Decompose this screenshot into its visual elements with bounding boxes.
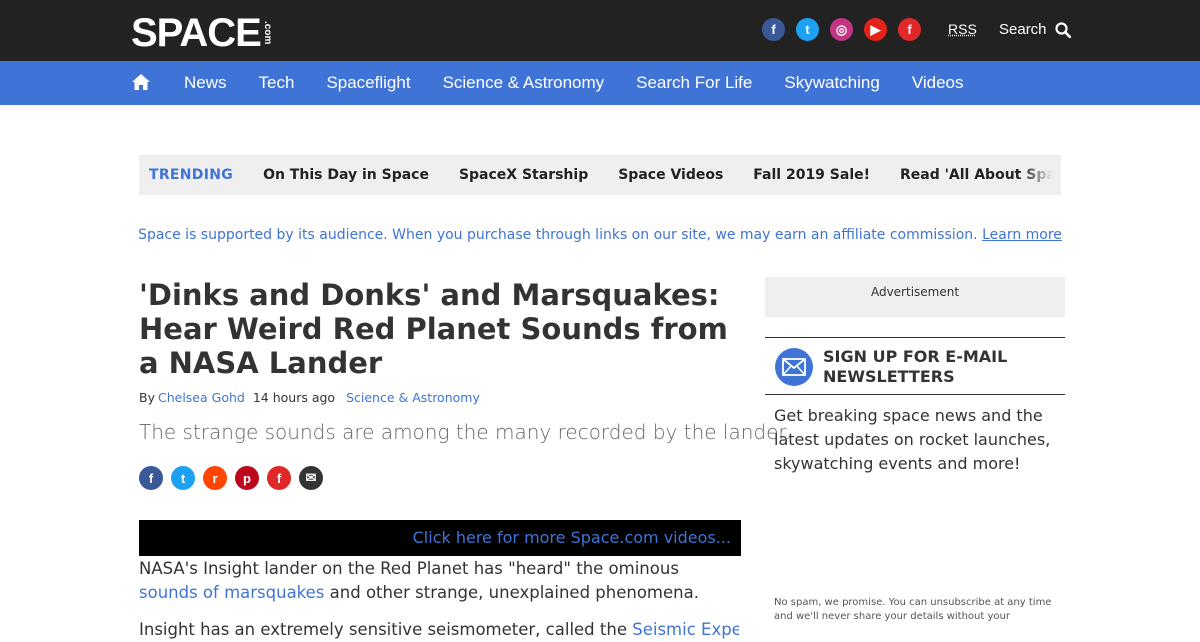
publish-time: 14 hours ago <box>252 390 336 405</box>
search-icon <box>1054 21 1071 38</box>
byline-by: By <box>139 390 155 405</box>
learn-more-link[interactable]: Learn more <box>982 227 1062 243</box>
logo-text: SPACE <box>131 11 262 55</box>
more-videos-link[interactable]: Click here for more Space.com videos... <box>413 528 731 547</box>
site-logo[interactable]: SPACE .com <box>131 11 273 55</box>
nav-list: News Tech Spaceflight Science & Astronomy Se… <box>184 61 996 105</box>
article-paragraph: Insight has an extremely sensitive seism… <box>139 618 739 642</box>
advertisement: Advertisement <box>765 277 1065 317</box>
email-share-icon[interactable]: ✉ <box>299 466 323 490</box>
instagram-icon[interactable]: ◎ <box>830 18 853 41</box>
nav-item-videos[interactable]: Videos <box>912 73 964 93</box>
trending-bar: TRENDING On This Day in Space SpaceX Star… <box>139 155 1061 195</box>
logo-suffix: .com <box>261 21 273 45</box>
twitter-share-icon[interactable]: t <box>171 466 195 490</box>
search-button[interactable]: Search <box>999 21 1071 38</box>
search-label: Search <box>999 21 1047 38</box>
nav-item-science-astronomy[interactable]: Science & Astronomy <box>443 73 605 93</box>
flipboard-share-icon[interactable]: f <box>267 466 291 490</box>
paragraph-text: NASA's Insight lander on the Red Planet … <box>139 559 679 578</box>
newsletter-header: SIGN UP FOR E-MAIL NEWSLETTERS <box>765 337 1065 395</box>
newsletter-fine-print: No spam, we promise. You can unsubscribe… <box>774 597 1052 622</box>
facebook-share-icon[interactable]: f <box>139 466 163 490</box>
reddit-share-icon[interactable]: r <box>203 466 227 490</box>
trending-item[interactable]: Space Videos <box>618 167 723 183</box>
trending-fade <box>1021 155 1061 195</box>
flipboard-icon[interactable]: f <box>898 18 921 41</box>
nav-item-search-for-life[interactable]: Search For Life <box>636 73 752 93</box>
main-nav: News Tech Spaceflight Science & Astronomy Se… <box>0 61 1200 105</box>
marsquakes-link[interactable]: sounds of marsquakes <box>139 583 324 602</box>
standfirst: The strange sounds are among the many re… <box>139 420 792 444</box>
rss-link[interactable]: RSS <box>948 21 977 37</box>
trending-item[interactable]: On This Day in Space <box>263 167 429 183</box>
author-link[interactable]: Chelsea Gohd <box>158 390 245 405</box>
nav-item-tech[interactable]: Tech <box>259 73 295 93</box>
pinterest-share-icon[interactable]: p <box>235 466 259 490</box>
twitter-icon[interactable]: t <box>796 18 819 41</box>
youtube-icon[interactable]: ▶ <box>864 18 887 41</box>
share-buttons: f t r p f ✉ <box>139 466 323 490</box>
trending-label: TRENDING <box>149 167 234 183</box>
affiliate-disclosure: Space is supported by its audience. When… <box>0 227 1200 243</box>
affiliate-text: Space is supported by its audience. When… <box>138 227 978 243</box>
category-link[interactable]: Science & Astronomy <box>346 390 480 405</box>
ad-label: Advertisement <box>870 285 960 299</box>
nav-item-spaceflight[interactable]: Spaceflight <box>326 73 410 93</box>
social-links: f t ◎ ▶ f <box>762 18 921 41</box>
video-bar: Click here for more Space.com videos... <box>139 520 741 556</box>
article-paragraph: NASA's Insight lander on the Red Planet … <box>139 557 739 605</box>
trending-item[interactable]: SpaceX Starship <box>459 167 588 183</box>
top-bar: SPACE .com f t ◎ ▶ f RSS Search <box>0 0 1200 61</box>
article-headline: 'Dinks and Donks' and Marsquakes: Hear W… <box>139 278 728 380</box>
facebook-icon[interactable]: f <box>762 18 785 41</box>
envelope-icon <box>775 348 813 386</box>
newsletter-description: Get breaking space news and the latest u… <box>774 406 1051 473</box>
newsletter-title: SIGN UP FOR E-MAIL NEWSLETTERS <box>823 347 1008 386</box>
nav-item-news[interactable]: News <box>184 73 227 93</box>
trending-item[interactable]: Fall 2019 Sale! <box>753 167 870 183</box>
paragraph-text: and other strange, unexplained phenomena… <box>324 583 699 602</box>
byline: By Chelsea Gohd 14 hours ago Science & A… <box>139 390 480 405</box>
home-icon[interactable] <box>131 72 151 92</box>
nav-item-skywatching[interactable]: Skywatching <box>784 73 879 93</box>
